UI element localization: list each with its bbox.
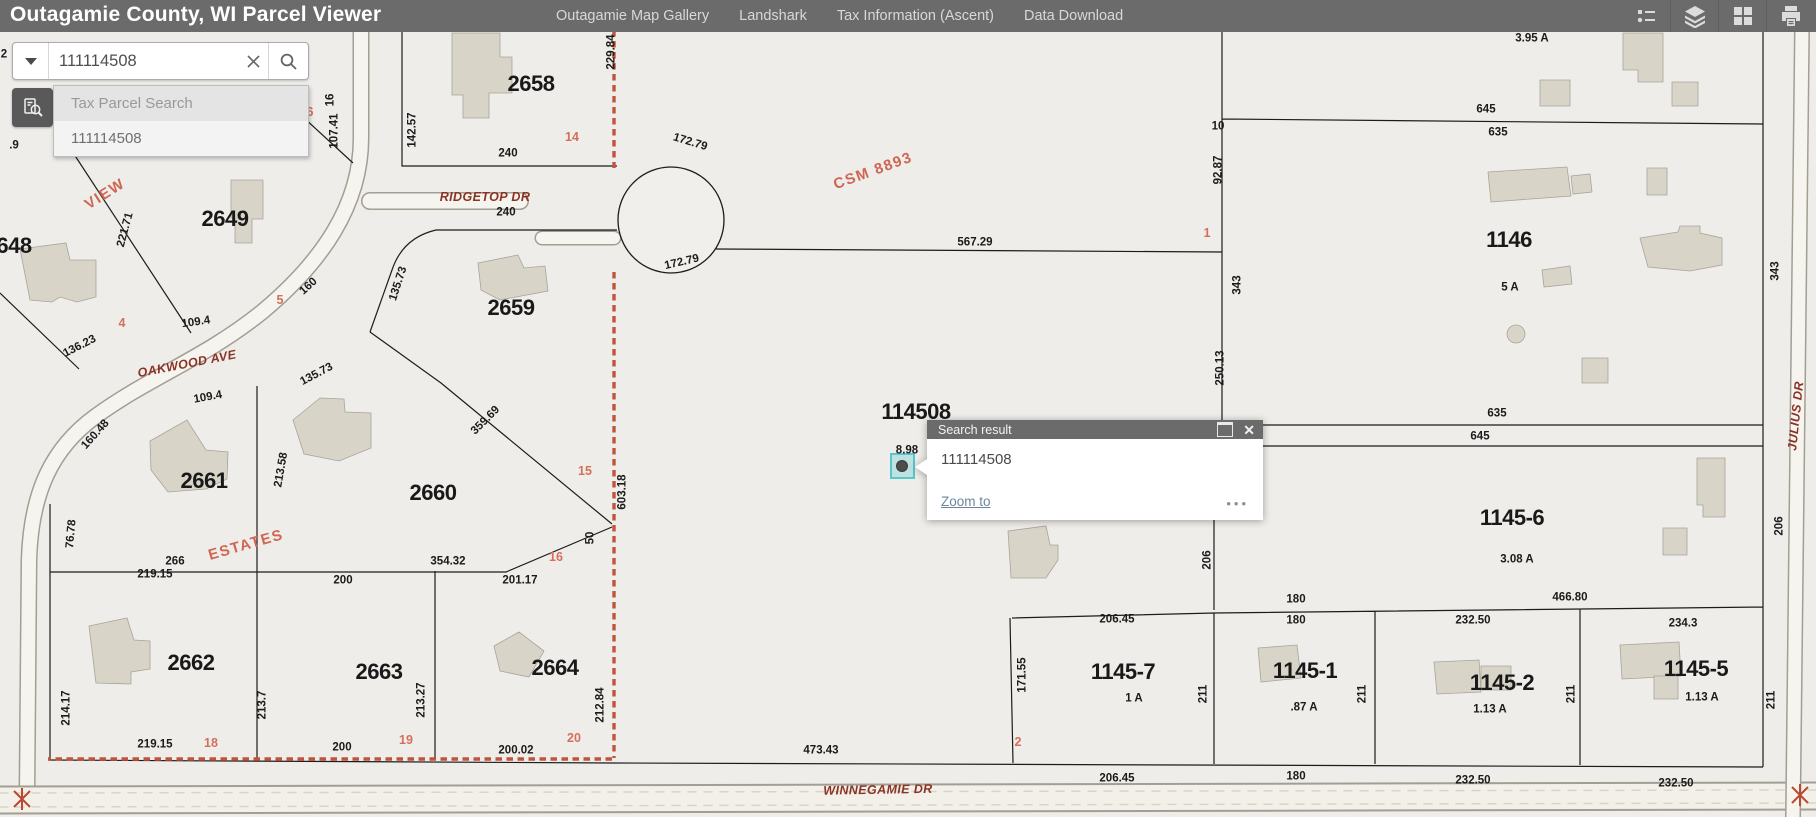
search-result-popup: Search result ✕ 111114508 Zoom to ••• xyxy=(927,420,1263,520)
popup-result-text: 111114508 xyxy=(941,451,1012,468)
nav-link-landshark[interactable]: Landshark xyxy=(739,8,807,24)
popup-more-button[interactable]: ••• xyxy=(1226,496,1249,511)
page-title: Outagamie County, WI Parcel Viewer xyxy=(10,3,381,27)
zoom-to-link[interactable]: Zoom to xyxy=(941,494,991,509)
legend-button[interactable] xyxy=(1623,0,1670,32)
print-button[interactable] xyxy=(1766,0,1814,32)
search-icon xyxy=(279,52,298,71)
cul-de-sac-circle xyxy=(618,167,724,273)
search-button[interactable] xyxy=(268,43,308,79)
parcel-viewer-app: 142.57240229.84107.4116240172.79172.7956… xyxy=(0,0,1816,817)
suggestions-group-header: Tax Parcel Search xyxy=(54,86,308,121)
layers-button[interactable] xyxy=(1670,0,1718,32)
popup-body: 111114508 Zoom to ••• xyxy=(927,439,1263,520)
legend-icon xyxy=(1635,5,1658,28)
close-icon[interactable]: ✕ xyxy=(1243,423,1255,437)
close-icon xyxy=(246,54,261,69)
search-input[interactable] xyxy=(49,52,238,71)
document-search-icon xyxy=(21,96,45,120)
clear-search-button[interactable] xyxy=(238,43,268,79)
header-tools xyxy=(1623,0,1814,32)
print-icon xyxy=(1779,4,1803,28)
nav-link-map-gallery[interactable]: Outagamie Map Gallery xyxy=(556,8,709,24)
chevron-down-icon xyxy=(25,58,37,65)
search-result-marker[interactable] xyxy=(891,454,914,478)
popup-tail xyxy=(915,459,927,475)
layers-icon xyxy=(1683,4,1707,28)
app-header: Outagamie County, WI Parcel Viewer Outag… xyxy=(0,0,1816,32)
suggestion-item[interactable]: 111114508 xyxy=(54,121,308,156)
popup-title: Search result xyxy=(938,423,1217,437)
maximize-icon[interactable] xyxy=(1217,422,1233,437)
popup-header[interactable]: Search result ✕ xyxy=(927,420,1263,439)
basemap-gallery-icon xyxy=(1732,5,1754,27)
basemap-gallery-button[interactable] xyxy=(1718,0,1766,32)
nav-link-tax-information[interactable]: Tax Information (Ascent) xyxy=(837,8,994,24)
search-source-dropdown-button[interactable] xyxy=(13,43,49,79)
attribute-search-tool-button[interactable] xyxy=(12,88,53,127)
search-suggestions: Tax Parcel Search 111114508 xyxy=(53,85,309,157)
nav-link-data-download[interactable]: Data Download xyxy=(1024,8,1123,24)
search-bar xyxy=(12,42,309,80)
top-nav: Outagamie Map Gallery Landshark Tax Info… xyxy=(556,0,1123,32)
